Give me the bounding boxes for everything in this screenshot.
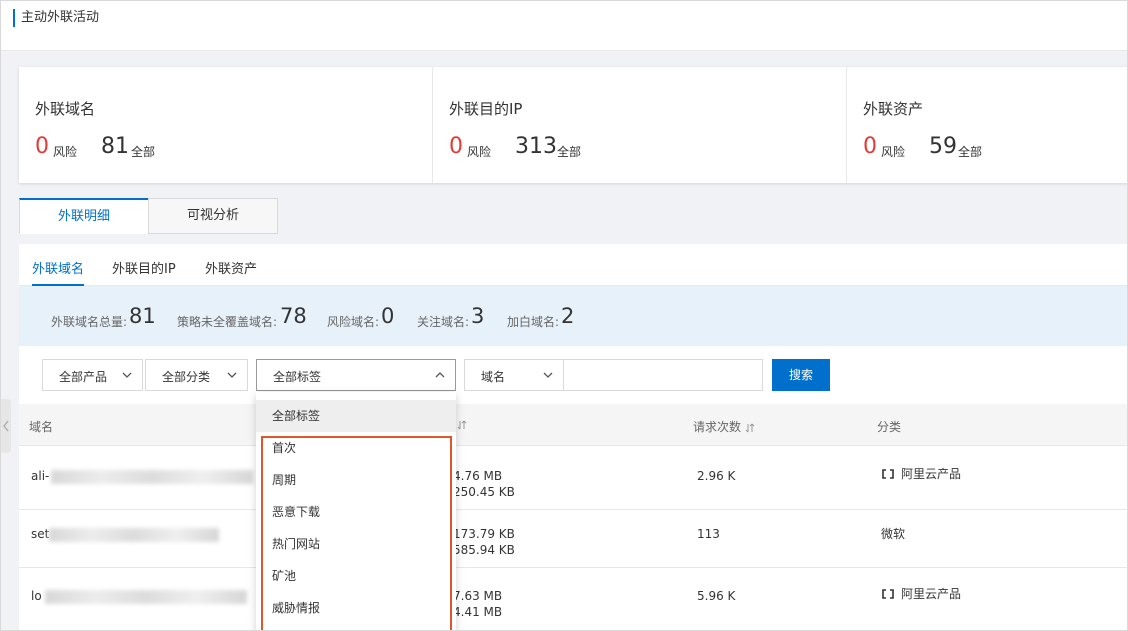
chevron-down-icon [543,372,553,378]
chevron-left-icon [3,420,9,432]
table-header: 域名 请求次数 分类 [19,404,1127,446]
metric-risk-value: 0 [381,304,395,328]
stat-risk-count[interactable]: 0 [863,133,877,161]
search-button[interactable]: 搜索 [772,359,830,391]
sort-icon[interactable] [745,423,755,433]
stat-label: 外联资产 [863,100,924,118]
stat-risk-count[interactable]: 0 [35,133,49,161]
requests-cell: 113 [697,527,720,541]
sort-icon[interactable] [457,420,467,430]
table-row[interactable]: lo 7.63 MB 4.41 MB 5.96 K 阿里云产品 [19,568,1127,630]
column-header-requests-label: 请求次数 [693,420,742,434]
stat-total-text: 全部 [958,145,983,159]
metric-risk-label: 风险域名: [327,315,380,329]
metric-total-label: 外联域名总量: [51,315,128,329]
collapse-handle[interactable] [1,399,11,453]
subtab-domains[interactable]: 外联域名 [32,258,85,286]
subtab-ips[interactable]: 外联目的IP [112,258,176,277]
metric-whitelist-value: 2 [561,304,575,328]
stat-risk-count[interactable]: 0 [449,133,463,161]
stat-outbound-ips: 外联目的IP 0 风险 313 全部 [433,67,847,183]
title-accent-bar [13,9,15,27]
stat-total-text: 全部 [557,145,582,159]
redacted-domain [45,590,247,604]
traffic-cell: 4.76 MB [453,469,503,483]
stat-risk-text: 风险 [881,145,906,159]
table-row[interactable]: set 173.79 KB 585.94 KB 113 微软 [19,510,1127,568]
metrics-bar: 外联域名总量: 81 策略未全覆盖域名: 78 风险域名: 0 关注域名: 3 … [19,286,1127,346]
page-title: 主动外联活动 [21,10,100,25]
column-header-requests[interactable]: 请求次数 [693,418,755,435]
content-card: 外联域名 外联目的IP 外联资产 外联域名总量: 81 策略未全覆盖域名: 78… [19,244,1127,630]
traffic-cell: 4.41 MB [453,605,503,619]
category-cell: 微软 [881,527,906,541]
metric-total-value: 81 [129,304,156,328]
product-select-value: 全部产品 [59,370,108,384]
category-cell: 阿里云产品 [881,466,961,482]
stat-total-text: 全部 [131,145,156,159]
page-header: 主动外联活动 [1,1,1127,51]
subtab-assets[interactable]: 外联资产 [205,258,257,277]
traffic-cell: 250.45 KB [453,485,515,499]
category-cell: 阿里云产品 [881,586,961,602]
link-icon [882,469,894,479]
metric-watch-label: 关注域名: [417,315,470,329]
tag-option-all[interactable]: 全部标签 [256,400,456,432]
link-icon [882,589,894,599]
stat-outbound-domains: 外联域名 0 风险 81 全部 [19,67,433,183]
stat-label: 外联目的IP [449,100,523,118]
app-frame: 主动外联活动 外联域名 0 风险 81 全部 外联目的IP 0 风险 313 全… [0,0,1128,631]
traffic-cell: 7.63 MB [453,589,503,603]
column-header-category: 分类 [877,420,902,434]
metric-whitelist-label: 加白域名: [507,315,560,329]
column-header-domain: 域名 [29,420,54,434]
table-row[interactable]: ali- 4.76 MB 250.45 KB 2.96 K 阿里云产品 [19,446,1127,510]
traffic-cell: 585.94 KB [453,543,515,557]
tag-select[interactable]: 全部标签 [256,359,456,391]
stat-risk-text: 风险 [467,145,492,159]
requests-cell: 2.96 K [697,469,736,483]
tag-dropdown-menu: 全部标签 首次 周期 恶意下载 热门网站 矿池 威胁情报 [256,392,456,630]
domain-cell: lo [31,589,42,603]
metric-uncovered-label: 策略未全覆盖域名: [177,315,278,329]
chevron-down-icon [227,372,237,378]
redacted-domain [49,528,219,542]
highlight-box [261,436,452,630]
tab-outbound-detail[interactable]: 外联明细 [19,198,149,234]
search-field-value: 域名 [481,370,506,384]
search-input[interactable] [563,359,763,391]
stat-total-count[interactable]: 81 [101,133,129,161]
stat-label: 外联域名 [35,100,96,118]
tag-select-value: 全部标签 [273,370,322,384]
domain-cell: ali- [31,469,50,483]
redacted-domain [51,470,253,484]
stat-total-count[interactable]: 59 [929,133,957,161]
category-select-value: 全部分类 [162,370,211,384]
sub-tabs: 外联域名 外联目的IP 外联资产 [19,244,1127,286]
summary-panel: 外联域名 0 风险 81 全部 外联目的IP 0 风险 313 全部 外联资产 … [19,67,1127,183]
stat-risk-text: 风险 [53,145,78,159]
traffic-cell: 173.79 KB [453,527,515,541]
category-label: 阿里云产品 [901,467,962,481]
search-field-select[interactable]: 域名 [464,359,564,391]
chevron-up-icon [435,372,445,378]
metric-watch-value: 3 [471,304,485,328]
requests-cell: 5.96 K [697,589,736,603]
stat-outbound-assets: 外联资产 0 风险 59 全部 [847,67,1127,183]
category-select[interactable]: 全部分类 [145,359,248,391]
domain-cell: set [31,527,50,541]
chevron-down-icon [122,372,132,378]
metric-uncovered-value: 78 [280,304,307,328]
category-label: 阿里云产品 [901,587,962,601]
product-select[interactable]: 全部产品 [42,359,143,391]
tab-visual-analysis[interactable]: 可视分析 [148,198,278,234]
stat-total-count[interactable]: 313 [515,133,557,161]
